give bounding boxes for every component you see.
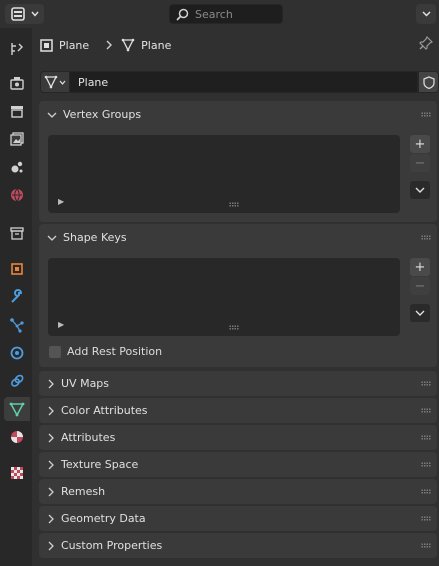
texture-icon[interactable] bbox=[4, 461, 30, 485]
chevron-down-icon bbox=[421, 11, 431, 17]
tool-icon[interactable] bbox=[4, 37, 30, 61]
modifier-icon[interactable] bbox=[4, 285, 30, 309]
shape-keys-header[interactable]: Shape Keys bbox=[39, 224, 437, 251]
search-field[interactable]: Search bbox=[169, 4, 283, 24]
list-resize-handle[interactable] bbox=[229, 325, 239, 330]
add-rest-position-checkbox[interactable] bbox=[49, 345, 61, 358]
properties-panel: Plane Plane Plane Vertex Groups ▶ + − Sh… bbox=[32, 28, 439, 566]
drag-handle[interactable] bbox=[421, 235, 431, 240]
chevron-right-icon bbox=[48, 379, 54, 388]
fake-user-button[interactable] bbox=[418, 71, 439, 93]
texture-space-panel[interactable]: Texture Space bbox=[39, 452, 437, 477]
remesh-panel[interactable]: Remesh bbox=[39, 479, 437, 504]
custom-properties-panel[interactable]: Custom Properties bbox=[39, 533, 437, 558]
drag-handle[interactable] bbox=[421, 462, 431, 467]
render-icon[interactable] bbox=[4, 71, 30, 95]
breadcrumb-object: Plane bbox=[59, 38, 90, 52]
list-options-toggle[interactable]: ▶ bbox=[58, 197, 64, 206]
scene-icon[interactable] bbox=[4, 155, 30, 179]
world-icon[interactable] bbox=[4, 183, 30, 207]
panel-title: Color Attributes bbox=[61, 404, 148, 417]
panel-title: Remesh bbox=[61, 485, 106, 498]
properties-editor-icon bbox=[10, 7, 25, 21]
add-vertex-group-button[interactable]: + bbox=[410, 135, 430, 153]
shape-keys-list[interactable]: ▶ bbox=[48, 258, 400, 336]
shield-icon bbox=[422, 75, 435, 89]
vertex-groups-title: Vertex Groups bbox=[63, 108, 142, 121]
panel-title: Geometry Data bbox=[61, 512, 146, 525]
browse-mesh-button[interactable] bbox=[40, 71, 70, 93]
properties-tab-strip bbox=[0, 28, 32, 566]
geometry-data-panel[interactable]: Geometry Data bbox=[39, 506, 437, 531]
vertex-groups-list[interactable]: ▶ bbox=[48, 135, 400, 213]
collection-icon[interactable] bbox=[4, 221, 30, 245]
panel-title: Texture Space bbox=[61, 458, 139, 471]
shape-key-specials-button[interactable] bbox=[410, 304, 430, 322]
drag-handle[interactable] bbox=[421, 543, 431, 548]
color-attributes-panel[interactable]: Color Attributes bbox=[39, 398, 437, 423]
drag-handle[interactable] bbox=[421, 408, 431, 413]
drag-handle[interactable] bbox=[421, 112, 431, 117]
chevron-down-icon bbox=[47, 235, 57, 241]
search-icon bbox=[176, 8, 189, 21]
physics-icon[interactable] bbox=[4, 341, 30, 365]
object-icon[interactable] bbox=[4, 257, 30, 281]
chevron-down-icon bbox=[59, 80, 66, 85]
shape-keys-panel: Shape Keys ▶ + − Add Rest Position bbox=[39, 224, 437, 367]
view-layer-icon[interactable] bbox=[4, 127, 30, 151]
chevron-down-icon bbox=[415, 187, 425, 193]
add-rest-position-label: Add Rest Position bbox=[67, 345, 163, 358]
chevron-right-icon bbox=[48, 487, 54, 496]
chevron-down-icon bbox=[30, 11, 39, 17]
mesh-name-field[interactable]: Plane bbox=[70, 71, 418, 93]
editor-type-button[interactable] bbox=[5, 4, 44, 24]
mesh-datablock-selector: Plane bbox=[40, 71, 439, 93]
object-icon bbox=[40, 38, 53, 52]
chevron-right-icon bbox=[106, 40, 113, 50]
mesh-data-icon bbox=[121, 38, 135, 52]
vertex-groups-header[interactable]: Vertex Groups bbox=[39, 101, 437, 128]
chevron-down-icon bbox=[47, 112, 57, 118]
list-options-toggle[interactable]: ▶ bbox=[58, 320, 64, 329]
drag-handle[interactable] bbox=[421, 516, 431, 521]
chevron-down-icon bbox=[415, 310, 425, 316]
constraints-icon[interactable] bbox=[4, 369, 30, 393]
header-dropdown-button[interactable] bbox=[416, 4, 436, 24]
data-icon[interactable] bbox=[4, 397, 30, 421]
remove-vertex-group-button[interactable]: − bbox=[410, 154, 430, 172]
output-icon[interactable] bbox=[4, 99, 30, 123]
attributes-panel[interactable]: Attributes bbox=[39, 425, 437, 450]
uv-maps-panel[interactable]: UV Maps bbox=[39, 371, 437, 396]
chevron-right-icon bbox=[48, 460, 54, 469]
shape-keys-title: Shape Keys bbox=[63, 231, 127, 244]
pin-icon[interactable] bbox=[419, 35, 434, 53]
add-shape-key-button[interactable]: + bbox=[410, 258, 430, 276]
particles-icon[interactable] bbox=[4, 313, 30, 337]
chevron-right-icon bbox=[48, 406, 54, 415]
add-rest-position-row[interactable]: Add Rest Position bbox=[49, 345, 162, 358]
chevron-right-icon bbox=[48, 541, 54, 550]
drag-handle[interactable] bbox=[421, 435, 431, 440]
remove-shape-key-button[interactable]: − bbox=[410, 277, 430, 295]
breadcrumb-mesh: Plane bbox=[141, 38, 172, 52]
panel-title: UV Maps bbox=[61, 377, 110, 390]
drag-handle[interactable] bbox=[421, 381, 431, 386]
panel-title: Custom Properties bbox=[61, 539, 163, 552]
list-resize-handle[interactable] bbox=[229, 202, 239, 207]
material-icon[interactable] bbox=[4, 425, 30, 449]
vertex-group-specials-button[interactable] bbox=[410, 181, 430, 199]
panel-title: Attributes bbox=[61, 431, 116, 444]
vertex-groups-panel: Vertex Groups ▶ + − bbox=[39, 101, 437, 222]
breadcrumb: Plane Plane bbox=[40, 33, 171, 57]
chevron-right-icon bbox=[48, 433, 54, 442]
header-bar: Search bbox=[0, 0, 439, 28]
mesh-data-icon bbox=[44, 75, 58, 89]
search-placeholder: Search bbox=[195, 7, 233, 21]
drag-handle[interactable] bbox=[421, 489, 431, 494]
chevron-right-icon bbox=[48, 514, 54, 523]
